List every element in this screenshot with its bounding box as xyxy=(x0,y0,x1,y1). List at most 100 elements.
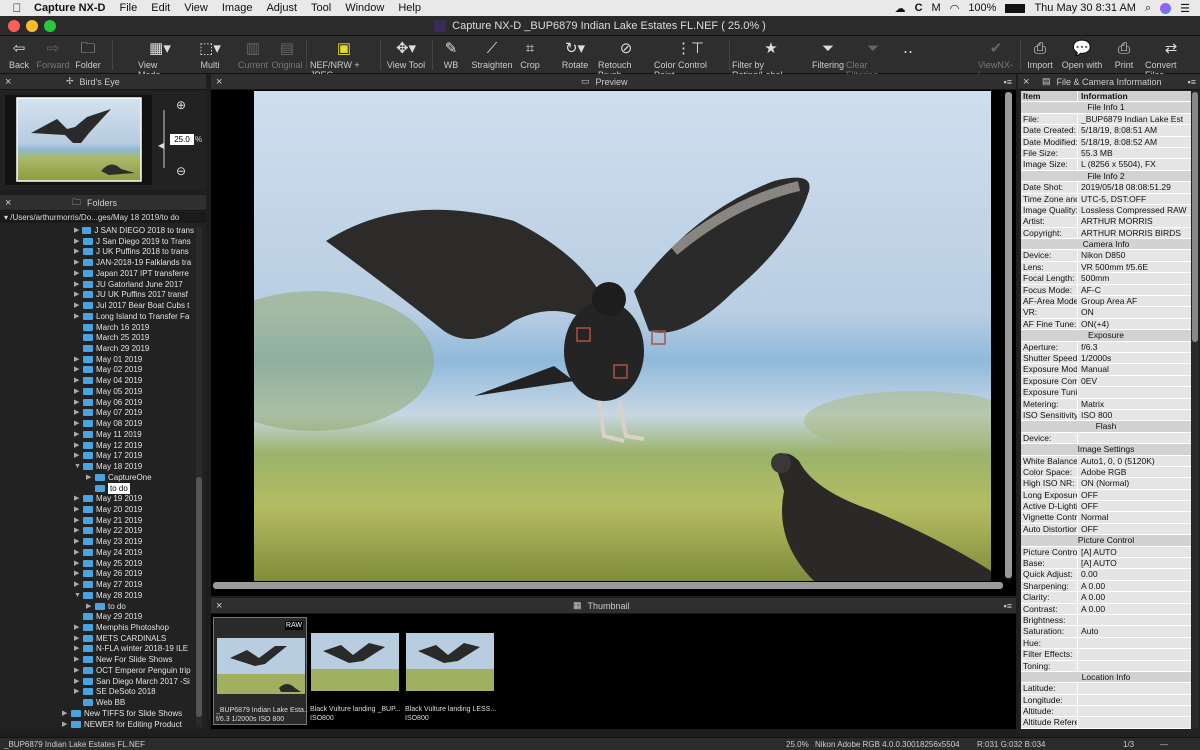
folder-tree-item[interactable]: Web BB xyxy=(74,697,194,708)
collapsed-triangle-icon[interactable]: ▶ xyxy=(74,633,83,644)
folder-tree-item[interactable]: ▶ Japan 2017 IPT transferre xyxy=(74,268,194,279)
scrollbar-thumb[interactable] xyxy=(213,582,1003,589)
collapsed-triangle-icon[interactable]: ▶ xyxy=(86,601,95,612)
current-button[interactable]: ▥ Current xyxy=(237,38,269,70)
collapsed-triangle-icon[interactable]: ▶ xyxy=(62,708,71,719)
folder-tree-item[interactable]: ▶ May 12 2019 xyxy=(74,440,194,451)
collapsed-triangle-icon[interactable]: ▶ xyxy=(74,493,83,504)
forward-button[interactable]: ⇨ Forward xyxy=(36,38,70,70)
info-row[interactable]: Device: Nikon D850 xyxy=(1021,250,1191,262)
menu-tool[interactable]: Tool xyxy=(311,2,331,14)
folder-tree-item[interactable]: ▶ May 17 2019 xyxy=(74,450,194,461)
info-row[interactable]: Focus Mode: AF-C xyxy=(1021,284,1191,297)
thumbnail-item-3[interactable]: Black Vulture landing LESS... ISO800 xyxy=(403,617,497,725)
zoom-input[interactable]: 25.0 xyxy=(170,134,194,145)
info-row[interactable]: White Balance: Auto1, 0, 0 (5120K) xyxy=(1021,455,1191,467)
menu-view[interactable]: View xyxy=(184,2,208,14)
info-row[interactable]: Aperture: f/6.3 xyxy=(1021,341,1191,353)
folder-tree-item[interactable]: ▶ New TIFFS for Slide Shows xyxy=(62,708,194,719)
info-row[interactable]: Image Size: L (8256 x 5504), FX xyxy=(1021,159,1191,171)
info-row[interactable]: Hue: xyxy=(1021,637,1191,650)
info-row[interactable]: Filter Effects: xyxy=(1021,649,1191,661)
folder-tree-item[interactable]: ▶ OCT Emperor Penguin trip xyxy=(74,665,194,676)
collapsed-triangle-icon[interactable]: ▶ xyxy=(74,407,83,418)
collapsed-triangle-icon[interactable]: ▶ xyxy=(74,300,83,311)
info-row[interactable]: Clarity: A 0.00 xyxy=(1021,592,1191,604)
folder-tree-item[interactable]: ▶ San Diego March 2017 -Si xyxy=(74,676,194,687)
battery-icon[interactable] xyxy=(1005,3,1026,13)
info-section-header[interactable]: Image Settings xyxy=(1021,444,1191,456)
folder-tree-item[interactable]: ▶ May 07 2019 xyxy=(74,407,194,418)
preview-hscrollbar[interactable] xyxy=(213,582,1003,589)
menu-help[interactable]: Help xyxy=(398,2,421,14)
info-row[interactable]: AF Fine Tune: ON(+4) xyxy=(1021,318,1191,331)
collapsed-triangle-icon[interactable]: ▶ xyxy=(74,429,83,440)
close-icon[interactable]: × xyxy=(1023,76,1029,88)
info-scrollbar[interactable] xyxy=(1192,92,1198,728)
collapsed-triangle-icon[interactable]: ▶ xyxy=(74,246,83,257)
info-row[interactable]: Focal Length: 500mm xyxy=(1021,273,1191,285)
scrollbar-thumb[interactable] xyxy=(1005,92,1012,578)
info-row[interactable]: VR: ON xyxy=(1021,307,1191,319)
folder-tree-item[interactable]: ▶ May 26 2019 xyxy=(74,568,194,579)
info-row[interactable]: Exposure Comp.:0EV xyxy=(1021,375,1191,388)
info-row[interactable]: Altitude: xyxy=(1021,706,1191,718)
scrollbar-thumb[interactable] xyxy=(1192,92,1198,342)
info-row[interactable]: Brightness: xyxy=(1021,614,1191,627)
folder-tree-item[interactable]: ▶ CaptureOne xyxy=(86,472,194,483)
zoom-slider[interactable] xyxy=(163,110,165,168)
collapsed-triangle-icon[interactable]: ▶ xyxy=(74,568,83,579)
crop-button[interactable]: ⌗ Crop xyxy=(518,38,542,70)
expanded-triangle-icon[interactable]: ▼ xyxy=(74,461,83,472)
collapsed-triangle-icon[interactable]: ▶ xyxy=(74,440,83,451)
folder-tree-item[interactable]: March 16 2019 xyxy=(74,322,194,333)
original-button[interactable]: ▤ Original xyxy=(271,38,303,70)
wifi-icon[interactable]: ◠ xyxy=(950,2,960,15)
collapsed-triangle-icon[interactable]: ▶ xyxy=(74,654,83,665)
folder-tree-item[interactable]: ▶ SE DeSoto 2018 xyxy=(74,686,194,697)
app-menu[interactable]: Capture NX-D xyxy=(34,2,106,14)
zoom-out-icon[interactable]: ⊖ xyxy=(176,164,186,178)
panel-menu-icon[interactable]: ▪≡ xyxy=(1188,77,1196,87)
info-row[interactable]: Color Space: Adobe RGB xyxy=(1021,466,1191,479)
collapsed-triangle-icon[interactable]: ▶ xyxy=(74,397,83,408)
back-button[interactable]: ⇦ Back xyxy=(6,38,32,70)
folder-tree-item[interactable]: March 25 2019 xyxy=(74,332,194,343)
info-row[interactable]: Artist: ARTHUR MORRIS xyxy=(1021,216,1191,228)
collapsed-triangle-icon[interactable]: ▶ xyxy=(74,525,83,536)
apple-icon[interactable]:  xyxy=(0,1,34,15)
info-row[interactable]: Base: [A] AUTO xyxy=(1021,558,1191,570)
info-row[interactable]: Auto Distortion: OFF xyxy=(1021,523,1191,536)
info-row[interactable]: High ISO NR: ON (Normal) xyxy=(1021,478,1191,490)
folder-tree-item[interactable]: ▶ METS CARDINALS xyxy=(74,633,194,644)
collapsed-triangle-icon[interactable]: ▶ xyxy=(74,225,82,236)
info-row[interactable]: Longitude: xyxy=(1021,694,1191,707)
collapsed-triangle-icon[interactable]: ▶ xyxy=(74,686,83,697)
close-icon[interactable]: × xyxy=(5,197,11,209)
folder-tree-item[interactable]: May 29 2019 xyxy=(74,611,194,622)
collapsed-triangle-icon[interactable]: ▶ xyxy=(74,289,83,300)
print-button[interactable]: ⎙ Print xyxy=(1112,38,1136,70)
collapsed-triangle-icon[interactable]: ▶ xyxy=(74,311,83,322)
status-c-icon[interactable]: C xyxy=(915,2,923,14)
info-row[interactable]: Metering: Matrix xyxy=(1021,398,1191,410)
collapsed-triangle-icon[interactable]: ▶ xyxy=(74,547,83,558)
collapsed-triangle-icon[interactable]: ▶ xyxy=(62,719,71,729)
panel-menu-icon[interactable]: ▪≡ xyxy=(1004,77,1012,87)
filtering-button[interactable]: ⏷ Filtering xyxy=(812,38,844,70)
collapsed-triangle-icon[interactable]: ▶ xyxy=(74,268,83,279)
folder-tree-item[interactable]: ▶ J SAN DIEGO 2018 to trans xyxy=(74,225,194,236)
info-row[interactable]: Image Quality: Lossless Compressed RAW xyxy=(1021,204,1191,217)
folder-tree-item[interactable]: ▶ May 02 2019 xyxy=(74,364,194,375)
folder-tree-item[interactable]: ▶ May 05 2019 xyxy=(74,386,194,397)
folder-tree-item[interactable]: ▶ JAN-2018-19 Falklands tra xyxy=(74,257,194,268)
folder-tree-item[interactable]: ▶ N-FLA winter 2018-19 ILE xyxy=(74,643,194,654)
info-row[interactable]: Date Modified: 5/18/19, 8:08:52 AM xyxy=(1021,136,1191,148)
status-slider[interactable]: — xyxy=(1160,740,1168,749)
collapsed-triangle-icon[interactable]: ▶ xyxy=(74,558,83,569)
info-section-header[interactable]: Flash xyxy=(1021,421,1191,433)
zoom-slider-handle[interactable]: ◀ xyxy=(158,141,164,150)
search-icon[interactable]: ⌕ xyxy=(1145,2,1151,15)
info-row[interactable]: Lens: VR 500mm f/5.6E xyxy=(1021,261,1191,274)
collapsed-triangle-icon[interactable]: ▶ xyxy=(74,354,83,365)
